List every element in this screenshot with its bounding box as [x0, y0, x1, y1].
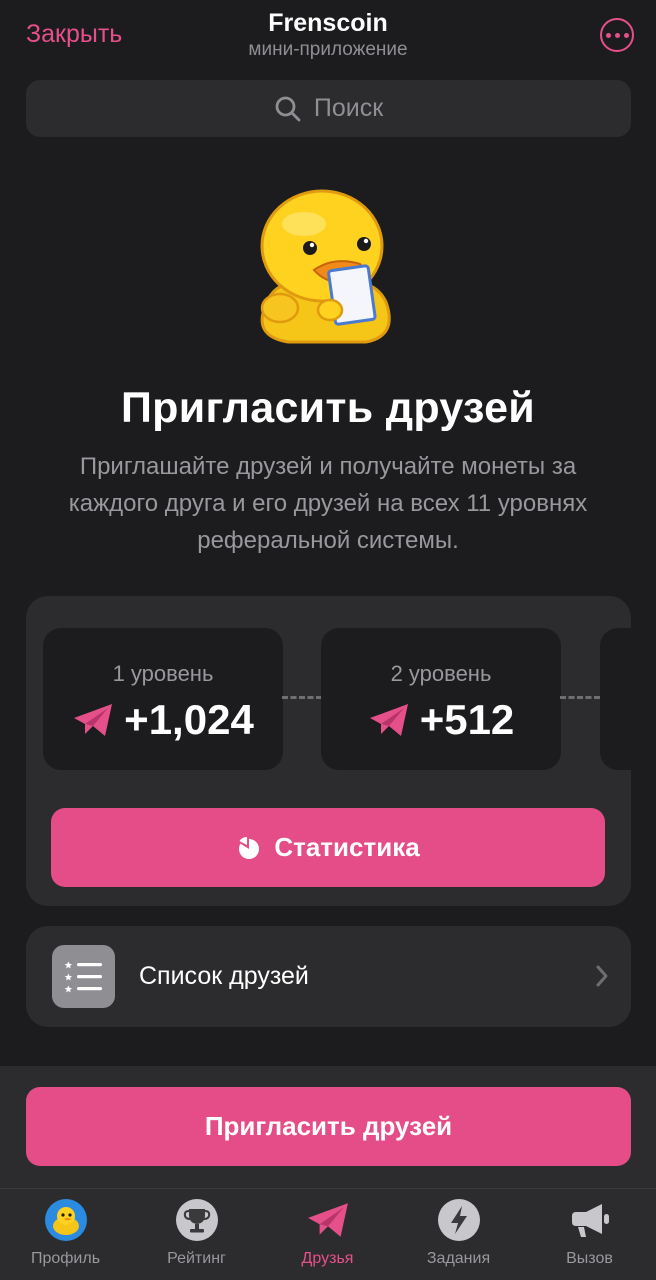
level-card-1: 1 уровень +1,024 — [43, 628, 283, 770]
pie-chart-icon — [239, 836, 260, 859]
level-name: 1 уровень — [112, 661, 214, 686]
level-card-3-partial — [600, 628, 631, 770]
more-dot — [614, 32, 620, 38]
paper-plane-icon — [369, 704, 408, 736]
trophy-icon — [175, 1198, 219, 1242]
level-connector — [282, 696, 322, 699]
tab-rating[interactable]: Рейтинг — [131, 1198, 262, 1276]
referral-levels-card: 1 уровень +1,024 2 уровень +512 Статисти… — [26, 596, 631, 906]
more-options-button[interactable] — [600, 18, 634, 52]
duck-mascot-illustration — [260, 189, 391, 344]
list-icon — [52, 945, 115, 1008]
lightning-icon — [437, 1198, 481, 1242]
friends-list-row[interactable]: Список друзей — [26, 926, 631, 1027]
paper-plane-icon — [74, 704, 113, 736]
mini-app-page: Закрыть Frenscoin мини-приложение Поиск — [0, 0, 656, 1280]
statistics-button[interactable]: Статистика — [51, 808, 605, 887]
app-subtitle: мини-приложение — [248, 39, 408, 60]
tab-label: Рейтинг — [167, 1250, 226, 1267]
page-title: Пригласить друзей — [120, 384, 536, 432]
search-input[interactable]: Поиск — [26, 80, 631, 137]
friends-list-label: Список друзей — [139, 962, 309, 990]
level-reward-row: +1,024 — [43, 696, 283, 744]
level-reward-value: +512 — [419, 696, 515, 743]
tab-profile[interactable]: Профиль — [0, 1198, 131, 1276]
search-placeholder: Поиск — [313, 94, 384, 122]
more-dots-icon — [605, 32, 611, 38]
level-connector — [560, 696, 600, 699]
app-title: Frenscoin — [268, 9, 388, 37]
level-name: 2 уровень — [390, 661, 492, 686]
invite-friends-button[interactable]: Пригласить друзей — [26, 1087, 631, 1166]
level-card-2: 2 уровень +512 — [321, 628, 561, 770]
statistics-label: Статистика — [274, 832, 420, 862]
level-reward-value: +1,024 — [124, 696, 254, 743]
megaphone-icon — [568, 1198, 612, 1242]
tabbar-divider — [0, 1188, 656, 1189]
bottom-panel: Пригласить друзей Профиль Рейтинг Друзья… — [0, 1066, 656, 1280]
top-bar: Закрыть Frenscoin мини-приложение — [0, 0, 656, 80]
level-reward-row: +512 — [321, 696, 561, 744]
chevron-right-icon — [596, 965, 608, 987]
duck-avatar-icon — [44, 1198, 88, 1242]
tab-friends[interactable]: Друзья — [262, 1198, 393, 1276]
tab-label: Профиль — [30, 1250, 101, 1267]
page-description: Приглашайте друзей и получайте монеты за… — [68, 453, 588, 554]
tab-tasks[interactable]: Задания — [393, 1198, 524, 1276]
paper-plane-icon — [306, 1198, 350, 1242]
invite-friends-label: Пригласить друзей — [204, 1111, 453, 1141]
header-title-block: Frenscoin мини-приложение — [0, 8, 656, 62]
tab-label: Вызов — [566, 1250, 613, 1267]
search-icon — [275, 96, 301, 121]
tab-label: Задания — [426, 1250, 491, 1267]
tab-label: Друзья — [301, 1250, 354, 1267]
tab-challenge[interactable]: Вызов — [524, 1198, 655, 1276]
more-dot — [623, 32, 629, 38]
